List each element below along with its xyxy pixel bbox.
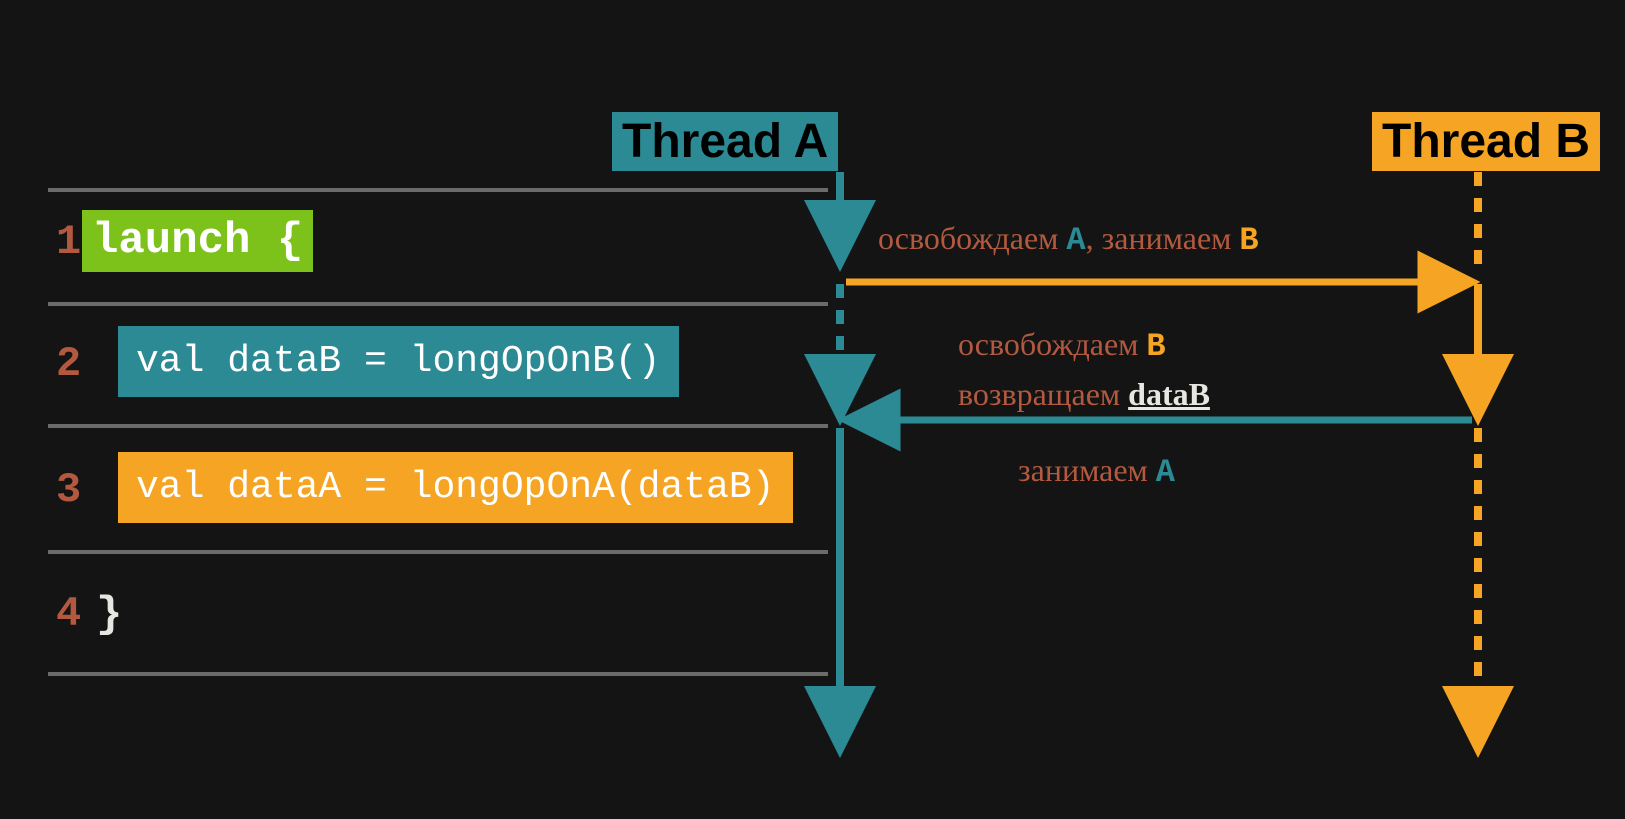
rule-4	[48, 550, 828, 554]
thread-a-label: Thread A	[612, 112, 838, 171]
rule-5	[48, 672, 828, 676]
lineno-3: 3	[56, 466, 81, 514]
lineno-4: 4	[56, 590, 81, 638]
diagram-stage: Thread A Thread B 1 launch { 2 val dataB…	[0, 0, 1625, 819]
lineno-2: 2	[56, 340, 81, 388]
code-line-2: val dataB = longOpOnB()	[118, 326, 679, 397]
thread-b-label: Thread B	[1372, 112, 1600, 171]
lineno-1: 1	[56, 218, 81, 266]
annotation-take-a: занимаем A	[1018, 452, 1175, 491]
code-line-4-brace: }	[96, 590, 122, 640]
annotation-release-b: освобождаем B	[958, 326, 1166, 365]
annotation-return-data: возвращаем dataB	[958, 376, 1210, 413]
code-line-3: val dataA = longOpOnA(dataB)	[118, 452, 793, 523]
annotation-release-a-take-b: освобождаем A, занимаем B	[878, 220, 1259, 259]
rule-1	[48, 188, 828, 192]
rule-3	[48, 424, 828, 428]
rule-2	[48, 302, 828, 306]
code-line-1: launch {	[82, 210, 313, 272]
